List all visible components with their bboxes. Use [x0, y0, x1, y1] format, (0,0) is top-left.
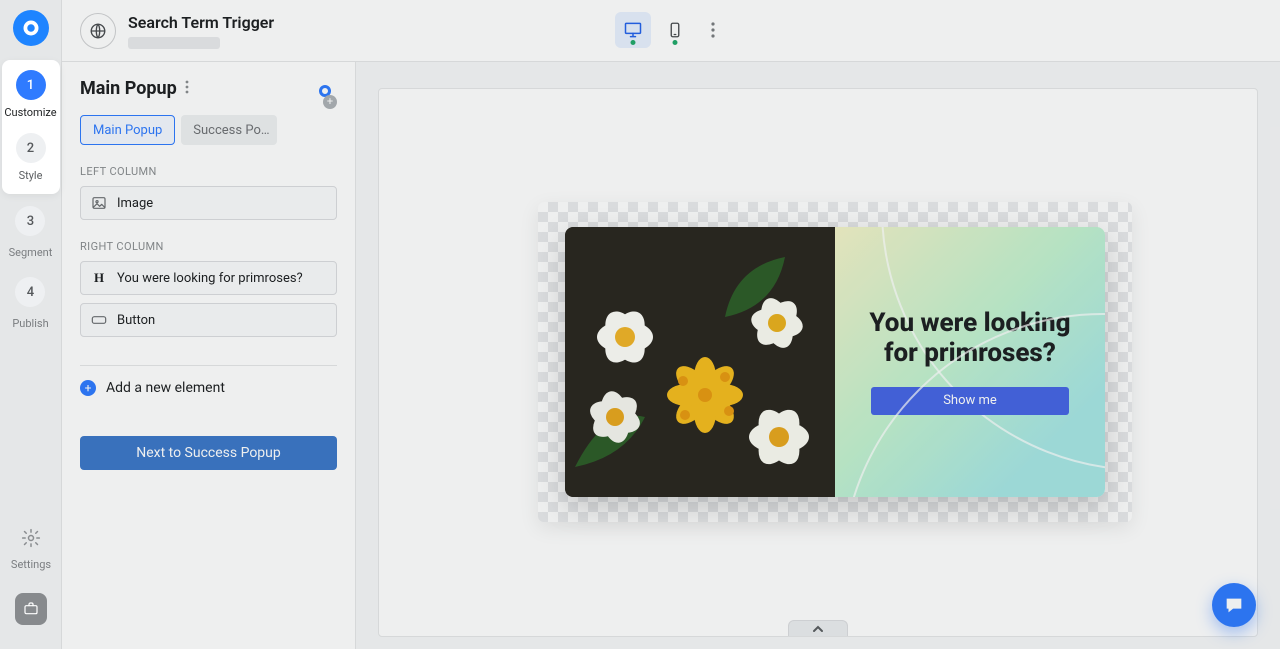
- plus-icon: +: [80, 380, 96, 396]
- popup-tabs: Main Popup Success Po…: [80, 115, 337, 145]
- element-row-label: Image: [117, 196, 153, 211]
- desktop-icon: [623, 20, 643, 40]
- domain-globe-button[interactable]: [80, 13, 116, 49]
- topbar-more-button[interactable]: [699, 12, 727, 48]
- more-vertical-icon: [711, 22, 715, 38]
- step-3-button[interactable]: 3: [15, 206, 45, 236]
- logo-icon: [21, 18, 41, 38]
- editor-panel: Main Popup + Main Popup Success Po… LEFT…: [62, 62, 356, 649]
- element-row-heading[interactable]: H You were looking for primroses?: [80, 261, 337, 295]
- button-icon: [91, 314, 107, 326]
- top-bar: Search Term Trigger: [62, 0, 1280, 62]
- device-mobile-button[interactable]: [657, 12, 693, 48]
- image-icon: [91, 195, 107, 211]
- chevron-up-icon: [812, 625, 824, 633]
- panel-title: Main Popup: [80, 78, 177, 99]
- page-title: Search Term Trigger: [128, 13, 274, 32]
- canvas-area: You were looking for primroses? Show me: [356, 62, 1280, 649]
- panel-more-button[interactable]: [185, 79, 189, 98]
- step-4-label: Publish: [12, 317, 48, 330]
- popup-image: [565, 227, 835, 497]
- popup-preview-board: You were looking for primroses? Show me: [538, 202, 1132, 522]
- section-right-column-label: RIGHT COLUMN: [80, 240, 337, 253]
- settings-label: Settings: [11, 558, 51, 571]
- canvas-expand-handle[interactable]: [788, 620, 848, 636]
- popup-content: You were looking for primroses? Show me: [835, 227, 1105, 497]
- add-element-label: Add a new element: [106, 380, 225, 396]
- popup-heading[interactable]: You were looking for primroses?: [861, 309, 1079, 369]
- app-logo[interactable]: [13, 10, 49, 46]
- plus-circle-icon: +: [323, 95, 337, 109]
- workspace-button[interactable]: [15, 593, 47, 625]
- step-3-label: Segment: [9, 246, 53, 259]
- tab-main-popup[interactable]: Main Popup: [80, 115, 175, 145]
- more-vertical-icon: [185, 80, 189, 94]
- step-4-button[interactable]: 4: [15, 277, 45, 307]
- tab-success-popup[interactable]: Success Po…: [181, 115, 277, 145]
- device-desktop-button[interactable]: [615, 12, 651, 48]
- mobile-icon: [666, 21, 684, 39]
- chat-icon: [1223, 594, 1245, 616]
- section-left-column-label: LEFT COLUMN: [80, 165, 337, 178]
- element-row-label: Button: [117, 313, 155, 328]
- help-chat-button[interactable]: [1212, 583, 1256, 627]
- step-1-label: Customize: [4, 106, 56, 119]
- next-button[interactable]: Next to Success Popup: [80, 436, 337, 470]
- step-2-button[interactable]: 2: [16, 133, 46, 163]
- left-rail: 1 Customize 2 Style 3 Segment 4 Publish …: [0, 0, 62, 649]
- status-dot-icon: [631, 40, 636, 45]
- settings-nav[interactable]: Settings: [0, 528, 62, 571]
- add-element-button[interactable]: + Add a new element: [80, 380, 337, 396]
- step-1-button[interactable]: 1: [16, 70, 46, 100]
- popup-preview[interactable]: You were looking for primroses? Show me: [565, 227, 1105, 497]
- page-subtitle-placeholder: [128, 37, 220, 49]
- heading-icon: H: [91, 270, 107, 286]
- step-card: 1 Customize 2 Style: [2, 60, 60, 194]
- globe-icon: [89, 22, 107, 40]
- element-row-label: You were looking for primroses?: [117, 271, 303, 286]
- canvas-frame: You were looking for primroses? Show me: [378, 88, 1258, 637]
- gear-icon: [21, 528, 41, 548]
- step-2-label: Style: [19, 169, 43, 182]
- status-dot-icon: [673, 40, 678, 45]
- flowers-illustration-icon: [565, 227, 835, 497]
- briefcase-icon: [23, 601, 39, 617]
- element-row-button[interactable]: Button: [80, 303, 337, 337]
- device-preview-switch: [615, 12, 727, 48]
- element-row-image[interactable]: Image: [80, 186, 337, 220]
- popup-cta-button[interactable]: Show me: [871, 387, 1069, 415]
